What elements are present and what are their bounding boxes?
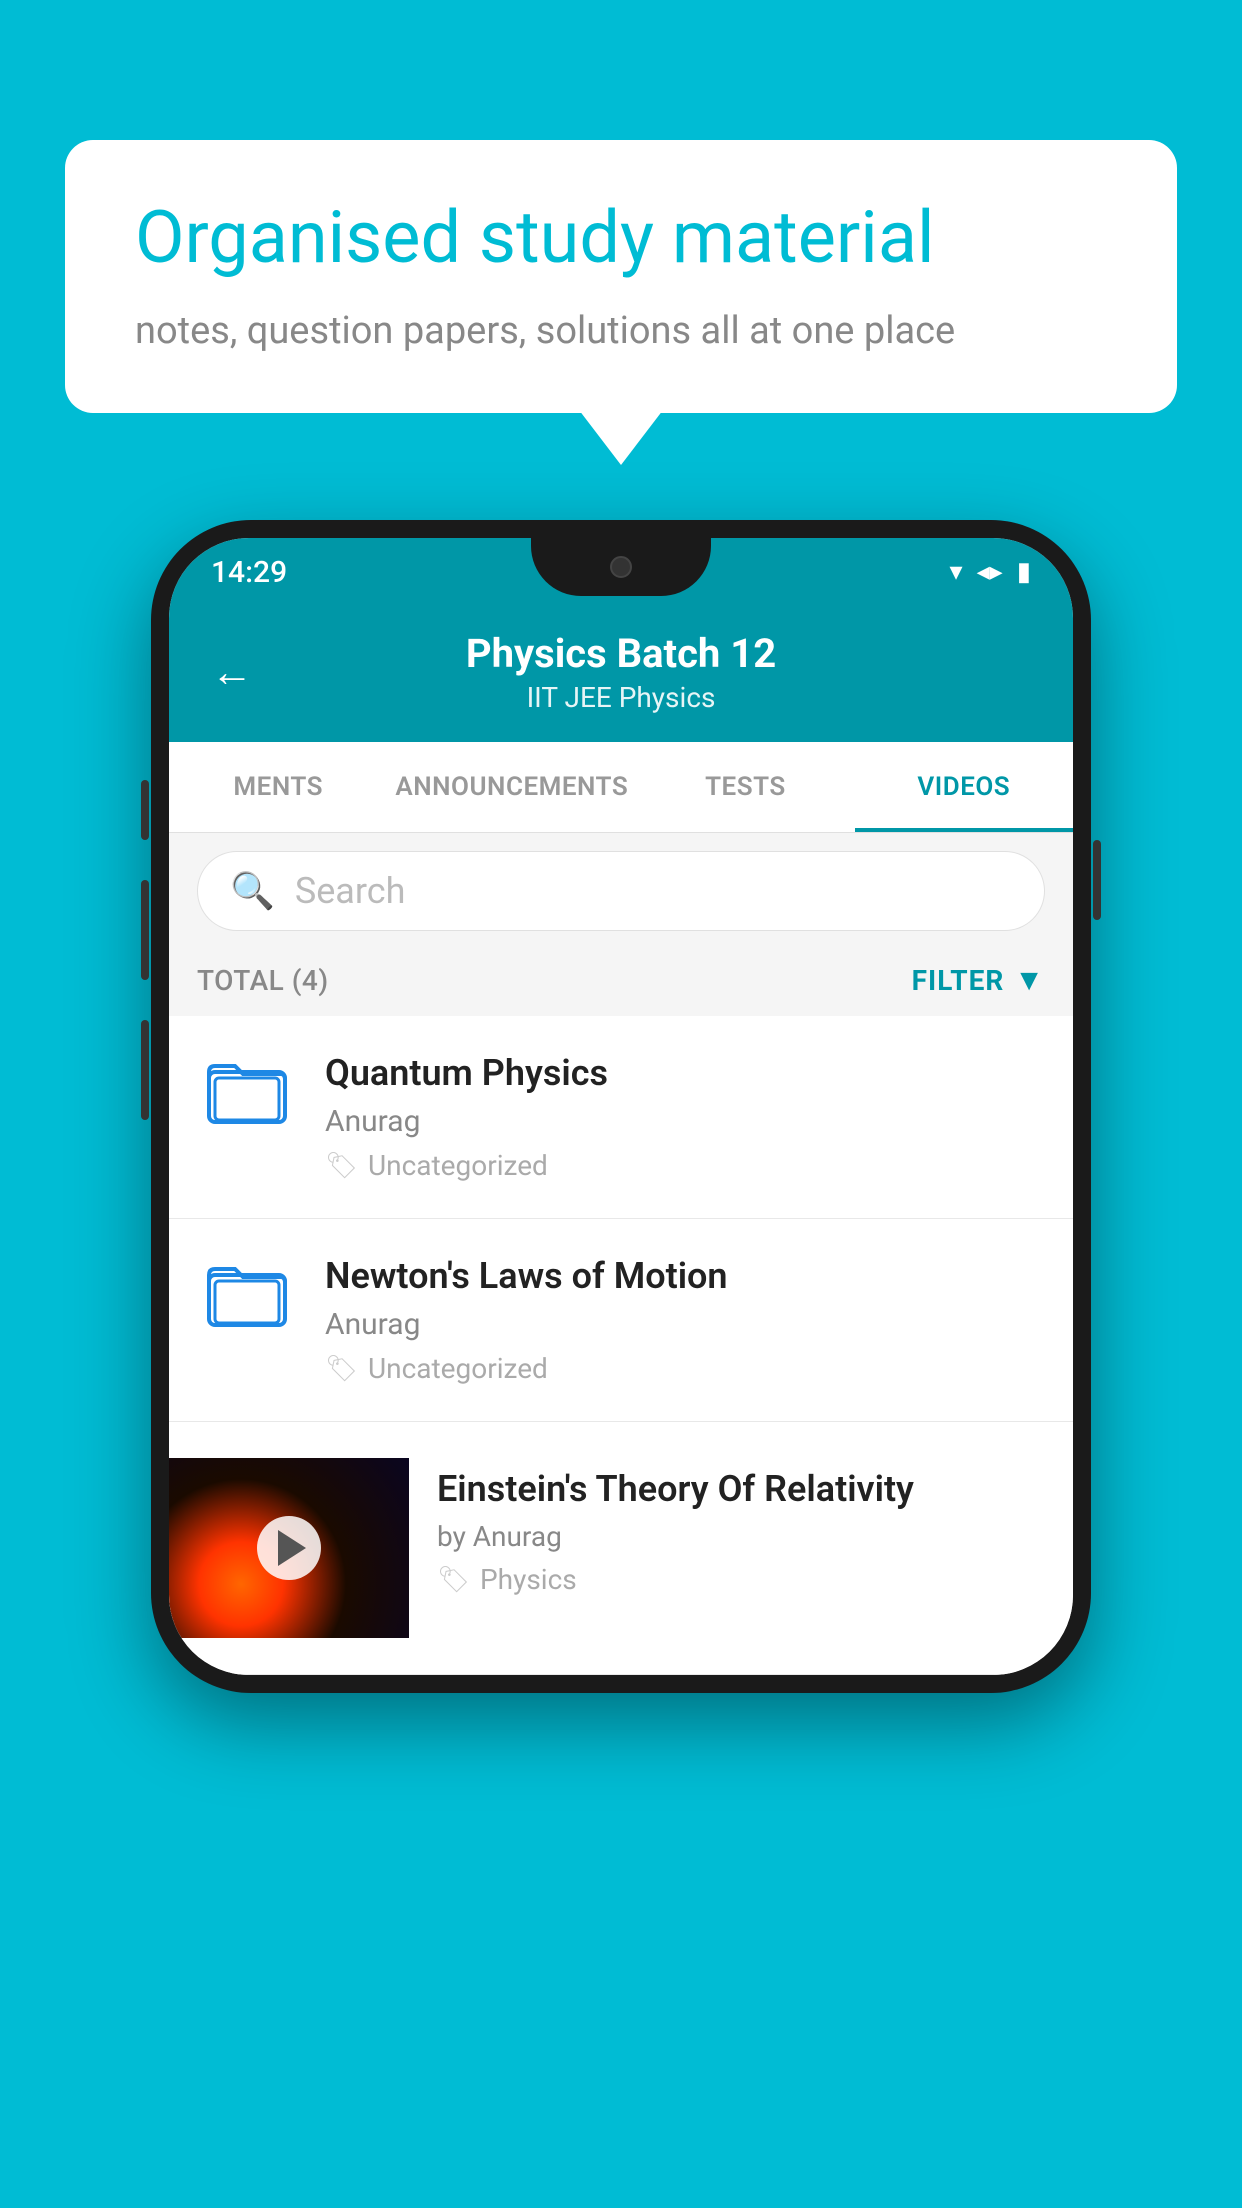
header-title-group: Physics Batch 12 IIT JEE Physics (283, 630, 959, 714)
tag-label-1: Uncategorized (368, 1149, 548, 1182)
tab-videos[interactable]: VIDEOS (855, 742, 1073, 832)
video-title-3: Einstein's Theory Of Relativity (437, 1468, 1017, 1510)
video-tag-1: 🏷 Uncategorized (325, 1149, 1045, 1182)
tabs-bar: MENTS ANNOUNCEMENTS TESTS VIDEOS (169, 742, 1073, 833)
search-bar-container: 🔍 Search (169, 833, 1073, 949)
tag-label-2: Uncategorized (368, 1352, 548, 1385)
phone-screen: 14:29 ▾ ◂▸ ▮ ← Physics Batch 12 IIT JEE … (169, 538, 1073, 1675)
signal-icon: ◂▸ (977, 557, 1003, 587)
folder-icon (207, 1255, 287, 1327)
back-button[interactable]: ← (211, 648, 253, 697)
header-subtitle: IIT JEE Physics (283, 681, 959, 714)
wifi-icon: ▾ (950, 557, 963, 587)
tag-icon-1: 🏷 (325, 1151, 358, 1181)
filter-button[interactable]: FILTER ▼ (912, 963, 1045, 998)
tab-ments[interactable]: MENTS (169, 742, 387, 832)
tab-tests[interactable]: TESTS (636, 742, 854, 832)
app-header: ← Physics Batch 12 IIT JEE Physics (169, 606, 1073, 742)
volume-down-button (141, 1020, 149, 1120)
list-item[interactable]: Einstein's Theory Of Relativity by Anura… (169, 1422, 1073, 1675)
video-title-1: Quantum Physics (325, 1052, 1045, 1094)
status-time: 14:29 (211, 555, 287, 590)
phone-mockup: 14:29 ▾ ◂▸ ▮ ← Physics Batch 12 IIT JEE … (151, 520, 1091, 1693)
power-button (1093, 840, 1101, 920)
video-tag-3: 🏷 Physics (437, 1563, 1017, 1596)
video-info-2: Newton's Laws of Motion Anurag 🏷 Uncateg… (325, 1255, 1045, 1385)
folder-thumbnail-2 (197, 1255, 297, 1327)
tab-announcements[interactable]: ANNOUNCEMENTS (387, 742, 636, 832)
speech-bubble-section: Organised study material notes, question… (65, 140, 1177, 413)
video-tag-2: 🏷 Uncategorized (325, 1352, 1045, 1385)
battery-icon: ▮ (1017, 557, 1031, 587)
notch (531, 538, 711, 596)
video-list: Quantum Physics Anurag 🏷 Uncategorized (169, 1016, 1073, 1675)
search-placeholder: Search (295, 870, 406, 912)
status-icons: ▾ ◂▸ ▮ (950, 557, 1031, 587)
video-info-1: Quantum Physics Anurag 🏷 Uncategorized (325, 1052, 1045, 1182)
list-item[interactable]: Quantum Physics Anurag 🏷 Uncategorized (169, 1016, 1073, 1219)
video-info-3: Einstein's Theory Of Relativity by Anura… (409, 1458, 1045, 1596)
tag-icon-3: 🏷 (437, 1565, 470, 1595)
search-icon: 🔍 (230, 870, 275, 912)
list-item[interactable]: Newton's Laws of Motion Anurag 🏷 Uncateg… (169, 1219, 1073, 1422)
tag-label-3: Physics (480, 1563, 577, 1596)
folder-thumbnail-1 (197, 1052, 297, 1124)
video-title-2: Newton's Laws of Motion (325, 1255, 1045, 1297)
video-author-1: Anurag (325, 1104, 1045, 1139)
speech-bubble: Organised study material notes, question… (65, 140, 1177, 413)
filter-row: TOTAL (4) FILTER ▼ (169, 949, 1073, 1016)
play-triangle-icon (278, 1530, 306, 1566)
video-author-3: by Anurag (437, 1520, 1017, 1553)
play-button[interactable] (257, 1516, 321, 1580)
filter-label: FILTER (912, 964, 1005, 997)
front-camera (610, 556, 632, 578)
video-author-2: Anurag (325, 1307, 1045, 1342)
filter-funnel-icon: ▼ (1014, 963, 1045, 998)
header-title: Physics Batch 12 (283, 630, 959, 677)
total-label: TOTAL (4) (197, 964, 329, 997)
bubble-subtitle: notes, question papers, solutions all at… (135, 309, 1107, 353)
search-bar[interactable]: 🔍 Search (197, 851, 1045, 931)
tag-icon-2: 🏷 (325, 1354, 358, 1384)
video-thumbnail-3 (169, 1458, 409, 1638)
folder-icon (207, 1052, 287, 1124)
phone-outer: 14:29 ▾ ◂▸ ▮ ← Physics Batch 12 IIT JEE … (151, 520, 1091, 1693)
volume-silent-button (141, 780, 149, 840)
bubble-title: Organised study material (135, 195, 1107, 281)
volume-up-button (141, 880, 149, 980)
